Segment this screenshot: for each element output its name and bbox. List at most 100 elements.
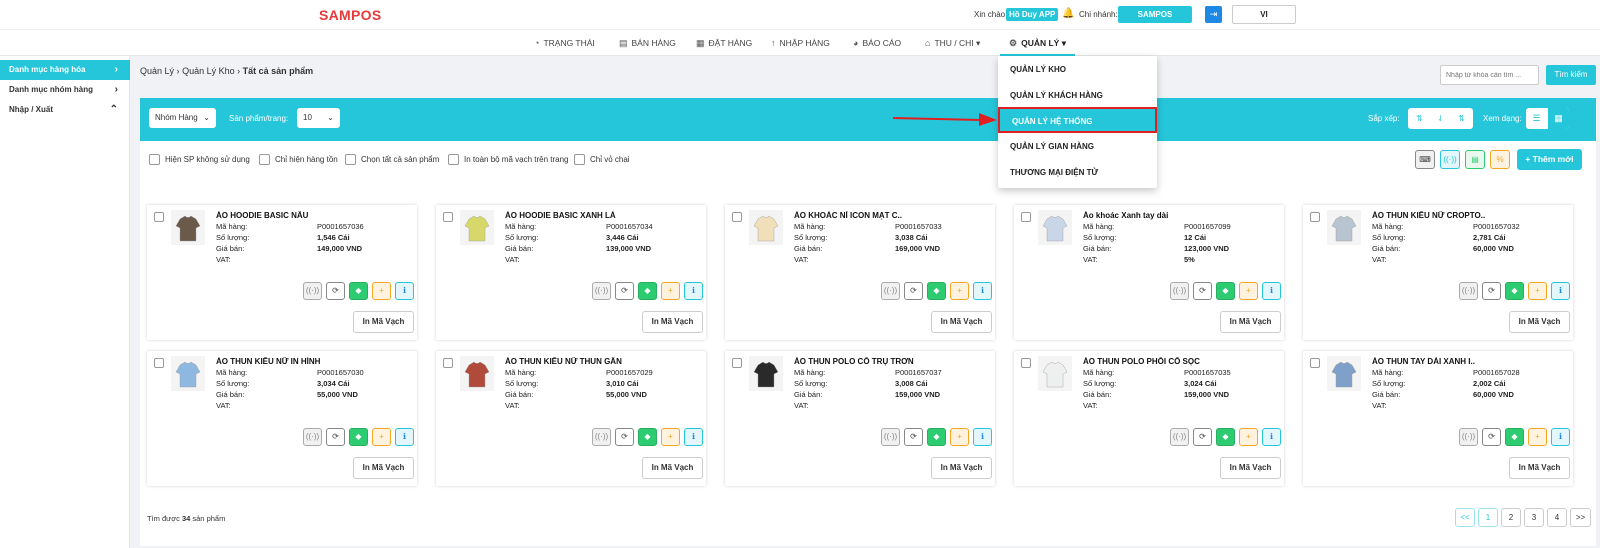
pager-page-3[interactable]: 3 [1524,508,1544,527]
rfid-icon[interactable]: ((·)) [303,428,322,446]
menu-item-quan-ly-kho[interactable]: QUẢN LÝ KHO [998,57,1157,83]
logout-button[interactable]: ⇥ [1205,6,1222,23]
nav-item-nhap-hang[interactable]: ↑ NHẬP HÀNG [771,30,830,56]
nav-item-thu-chi[interactable]: ⌂ THU / CHI ▾ [925,30,980,56]
checkbox[interactable] [259,154,270,166]
checkbox[interactable] [574,154,585,166]
tag-icon[interactable]: ◆ [349,428,368,446]
info-icon[interactable]: ℹ [395,282,414,300]
plus-icon[interactable]: + [372,282,391,300]
nav-item-bao-cao[interactable]: ◕ BÁO CÁO [853,30,901,56]
bell-icon[interactable]: 🔔 [1062,8,1074,19]
pager-page-4[interactable]: 4 [1547,508,1567,527]
filter-hien-sp-khong-su-dung[interactable]: Hiện SP không sử dụng [149,153,250,166]
product-name[interactable]: ÁO HOODIE BASIC NÂU [216,211,416,220]
tag-icon[interactable]: ◆ [1505,282,1524,300]
rfid-icon[interactable]: ((·)) [592,282,611,300]
plus-icon[interactable]: + [661,428,680,446]
menu-item-quan-ly-gian-hang[interactable]: QUẢN LÝ GIAN HÀNG [998,134,1157,160]
rfid-icon[interactable]: ((·)) [592,428,611,446]
rfid-icon[interactable]: ((·)) [881,282,900,300]
sync-icon[interactable]: ⟳ [615,282,634,300]
info-icon[interactable]: ℹ [684,428,703,446]
plus-icon[interactable]: + [661,282,680,300]
product-checkbox[interactable] [732,358,742,368]
breadcrumb-quan-ly[interactable]: Quản Lý [140,66,174,76]
product-name[interactable]: ÁO KHOÁC NỈ ICON MẠT C.. [794,211,994,220]
print-barcode-button[interactable]: In Mã Vạch [353,311,414,333]
filter-chi-hien-hang-ton[interactable]: Chỉ hiện hàng tồn [259,153,338,166]
sort-desc-icon[interactable]: ⇃ [1430,108,1451,129]
tag-icon[interactable]: ◆ [349,282,368,300]
print-barcode-button[interactable]: In Mã Vạch [1509,457,1570,479]
tag-icon[interactable]: ◆ [927,428,946,446]
product-checkbox[interactable] [443,358,453,368]
product-name[interactable]: ÁO THUN KIỂU NỮ THUN GÂN [505,357,705,366]
product-checkbox[interactable] [443,212,453,222]
sync-icon[interactable]: ⟳ [326,282,345,300]
add-new-button[interactable]: + Thêm mới [1517,149,1582,170]
product-checkbox[interactable] [1021,358,1031,368]
sort-asc-icon[interactable]: ⇅ [1451,108,1472,129]
print-barcode-button[interactable]: In Mã Vạch [642,457,703,479]
tag-icon[interactable]: ◆ [927,282,946,300]
sync-icon[interactable]: ⟳ [326,428,345,446]
sync-icon[interactable]: ⟳ [1193,428,1212,446]
excel-icon[interactable]: ▤ [1465,150,1485,169]
checkbox[interactable] [448,154,459,166]
checkbox[interactable] [149,154,160,166]
product-name[interactable]: ÁO THUN TAY DÀI XANH I.. [1372,357,1572,366]
product-name[interactable]: ÁO HOODIE BASIC XANH LÁ [505,211,705,220]
print-barcode-button[interactable]: In Mã Vạch [931,311,992,333]
plus-icon[interactable]: + [950,428,969,446]
print-barcode-button[interactable]: In Mã Vạch [1509,311,1570,333]
sidebar-item-nhap-xuat[interactable]: Nhập / Xuất ⌃ [0,100,130,120]
info-icon[interactable]: ℹ [973,428,992,446]
filter-chi-vo-chai[interactable]: Chỉ vỏ chai [574,153,630,166]
user-badge[interactable]: Hồ Duy APP [1006,8,1059,21]
plus-icon[interactable]: + [950,282,969,300]
perpage-select[interactable]: 10 ⌄ [297,108,340,128]
print-barcode-button[interactable]: In Mã Vạch [1220,457,1281,479]
tag-icon[interactable]: ◆ [1216,282,1235,300]
pager-page-2[interactable]: 2 [1501,508,1521,527]
product-checkbox[interactable] [1310,212,1320,222]
rfid-icon[interactable]: ((·)) [1440,150,1460,169]
print-barcode-button[interactable]: In Mã Vạch [1220,311,1281,333]
sync-icon[interactable]: ⟳ [1193,282,1212,300]
sync-icon[interactable]: ⟳ [1482,282,1501,300]
sort-swap-icon[interactable]: ⇅ [1409,108,1430,129]
print-barcode-button[interactable]: In Mã Vạch [931,457,992,479]
rfid-icon[interactable]: ((·)) [1459,282,1478,300]
tag-icon[interactable]: ◆ [1505,428,1524,446]
breadcrumb-quan-ly-kho[interactable]: Quản Lý Kho [182,66,235,76]
tag-icon[interactable]: ◆ [1216,428,1235,446]
nav-item-ban-hang[interactable]: ▤ BÁN HÀNG [619,30,676,56]
tag-icon[interactable]: ◆ [638,282,657,300]
pager-page-1[interactable]: 1 [1478,508,1498,527]
sync-icon[interactable]: ⟳ [615,428,634,446]
product-checkbox[interactable] [154,212,164,222]
search-button[interactable]: Tìm kiếm [1546,65,1596,85]
nav-item-dat-hang[interactable]: ▦ ĐẶT HÀNG [696,30,752,56]
search-input[interactable] [1440,65,1539,85]
nav-item-trang-thai[interactable]: ◔ TRẠNG THÁI [534,30,595,56]
nav-item-quan-ly[interactable]: ⚙ QUẢN LÝ ▾ [1000,30,1075,56]
info-icon[interactable]: ℹ [973,282,992,300]
filter-chon-tat-ca[interactable]: Chọn tất cả sản phẩm [345,153,439,166]
filter-in-toan-bo-ma-vach[interactable]: In toàn bộ mã vạch trên trang [448,153,569,166]
sidebar-item-danh-muc-hang-hoa[interactable]: Danh mục hàng hóa › [0,60,130,80]
menu-item-thuong-mai-dien-tu[interactable]: THƯƠNG MẠI ĐIỆN TỬ [998,160,1157,186]
info-icon[interactable]: ℹ [1551,282,1570,300]
info-icon[interactable]: ℹ [1262,282,1281,300]
rfid-icon[interactable]: ((·)) [881,428,900,446]
product-checkbox[interactable] [154,358,164,368]
percent-icon[interactable]: % [1490,150,1510,169]
product-name[interactable]: ÁO THUN KIỂU NỮ IN HÌNH [216,357,416,366]
keyboard-icon[interactable]: ⌨ [1415,150,1435,169]
sync-icon[interactable]: ⟳ [904,428,923,446]
product-checkbox[interactable] [732,212,742,222]
product-checkbox[interactable] [1310,358,1320,368]
product-name[interactable]: ÁO THUN POLO PHỐI CỔ SỌC [1083,357,1283,366]
info-icon[interactable]: ℹ [1262,428,1281,446]
